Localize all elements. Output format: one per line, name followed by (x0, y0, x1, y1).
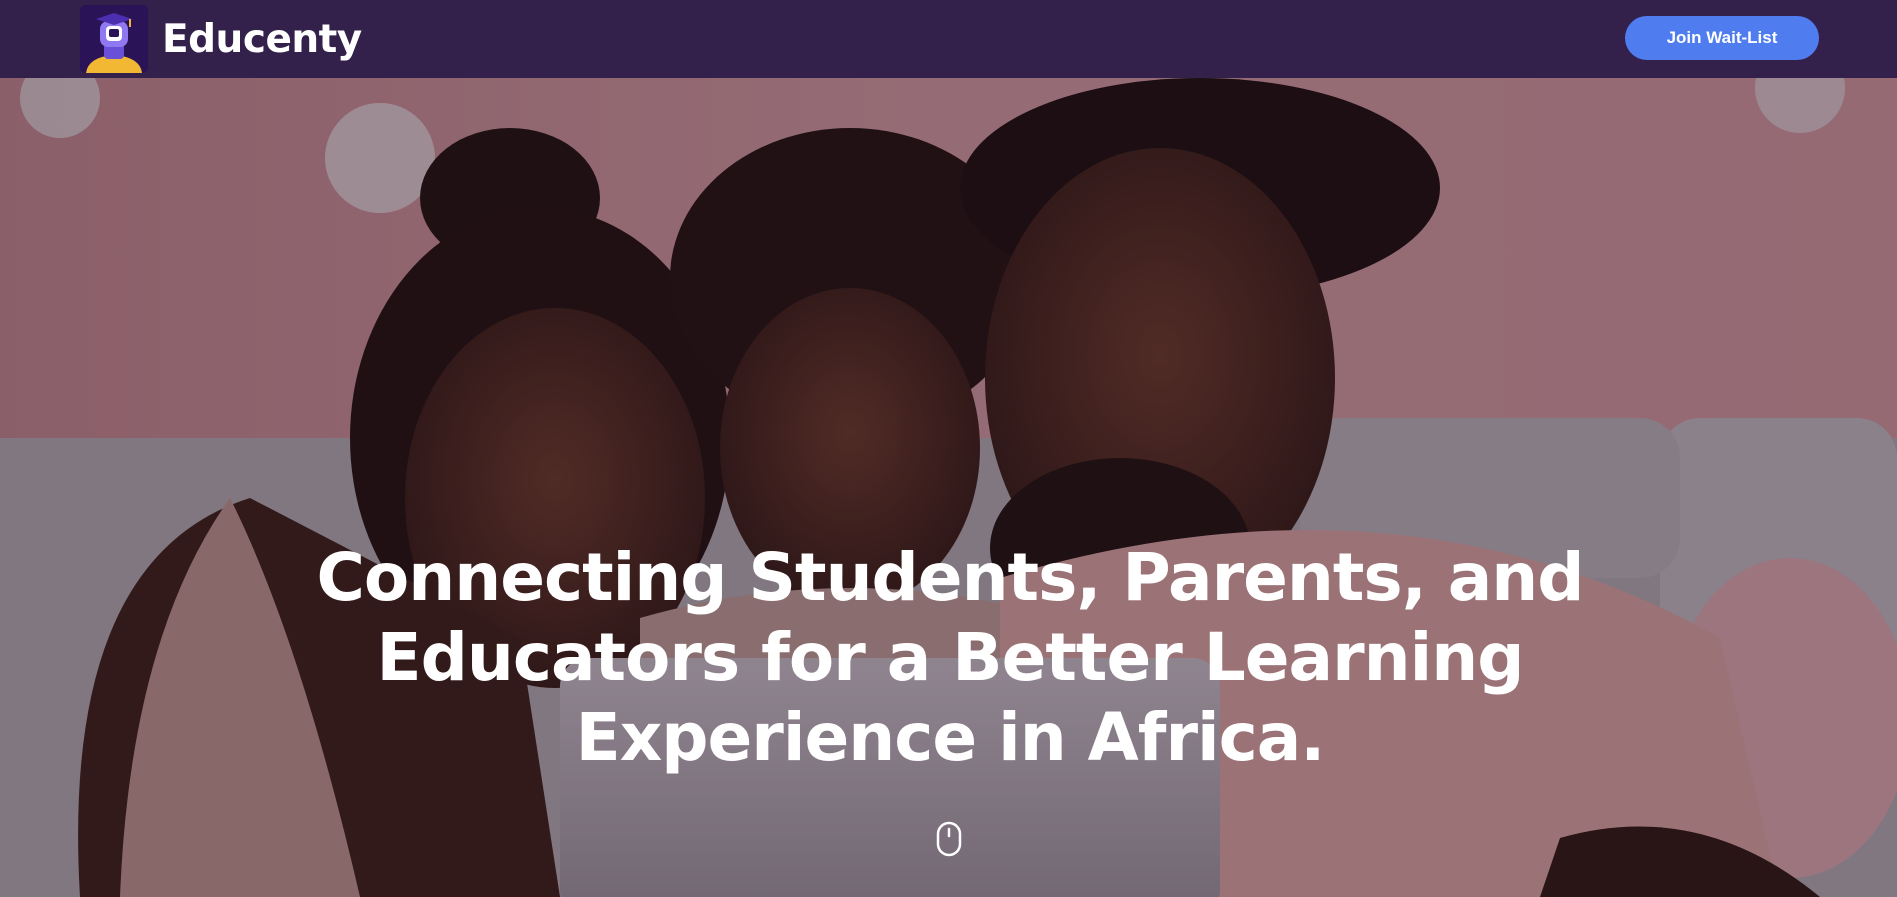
brand-name[interactable]: Educenty (162, 17, 362, 62)
join-waitlist-button[interactable]: Join Wait-List (1625, 16, 1819, 60)
graduate-avatar-icon[interactable] (80, 5, 148, 73)
hero-headline-line: Connecting Students, Parents, and (316, 539, 1584, 616)
hero-headline-line: Educators for a Better Learning (376, 619, 1525, 696)
hero-section: Connecting Students, Parents, and Educat… (0, 78, 1897, 897)
brand[interactable]: Educenty (80, 5, 362, 73)
top-navbar: Educenty Join Wait-List (0, 0, 1897, 78)
hero-headline: Connecting Students, Parents, and Educat… (250, 538, 1650, 778)
hero-headline-line: Experience in Africa. (575, 699, 1326, 776)
mouse-scroll-icon[interactable] (936, 821, 962, 857)
